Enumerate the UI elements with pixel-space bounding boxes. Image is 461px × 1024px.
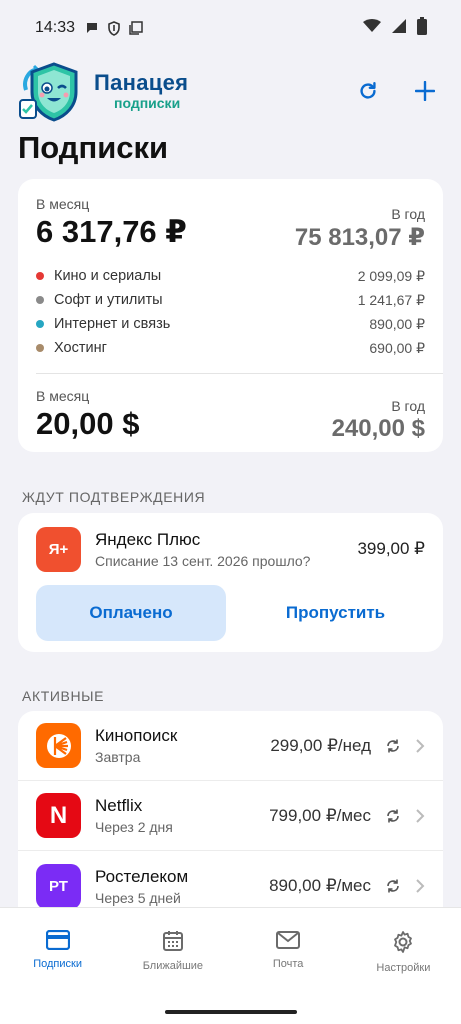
subscription-row[interactable]: Кинопоиск Завтра 299,00 ₽/нед xyxy=(18,711,443,781)
subscription-subtitle: Списание 13 сент. 2026 прошло? xyxy=(95,552,311,569)
subscription-next-charge: Через 2 дня xyxy=(95,819,173,835)
battery-icon xyxy=(417,16,427,40)
nav-item-mail[interactable]: Почта xyxy=(231,908,346,996)
screenshot-notification-icon xyxy=(129,21,143,35)
category-row: Софт и утилиты 1 241,67 ₽ xyxy=(36,288,425,312)
refresh-button[interactable] xyxy=(357,80,379,102)
repeat-icon xyxy=(385,738,401,754)
mark-paid-button[interactable]: Оплачено xyxy=(36,585,226,641)
nav-item-upcoming[interactable]: Ближайшие xyxy=(115,908,230,996)
rub-year-label: В год xyxy=(391,206,425,222)
add-subscription-button[interactable] xyxy=(415,81,435,101)
subscription-name: Кинопоиск xyxy=(95,726,178,745)
category-dot xyxy=(36,296,44,304)
category-amount: 2 099,09 ₽ xyxy=(357,267,425,284)
skip-button[interactable]: Пропустить xyxy=(246,585,425,641)
category-name: Кино и сериалы xyxy=(54,268,162,284)
subscription-name: Яндекс Плюс xyxy=(95,529,201,549)
status-time: 14:33 xyxy=(35,19,76,36)
rub-year-value: 75 813,07 ₽ xyxy=(294,224,425,251)
category-amount: 890,00 ₽ xyxy=(369,315,425,332)
repeat-icon xyxy=(385,808,401,824)
active-subscriptions-list: Кинопоиск Завтра 299,00 ₽/нед N Netflix … xyxy=(18,711,443,921)
usd-year-value: 240,00 $ xyxy=(331,415,425,442)
chat-notification-icon xyxy=(85,21,99,35)
subscription-name: Ростелеком xyxy=(95,866,189,886)
refresh-icon xyxy=(360,82,376,99)
chevron-right-icon xyxy=(415,738,425,753)
nav-label: Ближайшие xyxy=(142,960,204,972)
calendar-icon xyxy=(162,931,183,951)
subscription-row[interactable]: N Netflix Через 2 дня 799,00 ₽/мес xyxy=(18,781,443,851)
category-row: Интернет и связь 890,00 ₽ xyxy=(36,312,425,336)
usd-month-label: В месяц xyxy=(36,388,90,404)
rostelecom-logo-icon: РТ xyxy=(36,863,81,909)
app-bar: Панацея подписки xyxy=(0,56,461,126)
subscription-name: Netflix xyxy=(95,796,143,815)
nav-item-settings[interactable]: Настройки xyxy=(346,908,461,996)
nav-item-subscriptions[interactable]: Подписки xyxy=(0,908,115,996)
bottom-navigation: Подписки Ближайшие Почта Настройки xyxy=(0,907,461,1024)
gear-icon xyxy=(394,931,413,953)
usd-month-value: 20,00 $ xyxy=(36,406,140,441)
subscription-price: 399,00 ₽ xyxy=(357,539,425,558)
mascot-shield-icon xyxy=(19,62,78,122)
pending-section-label: ЖДУТ ПОДТВЕРЖДЕНИЯ xyxy=(22,489,206,505)
usd-year-label: В год xyxy=(391,398,425,414)
category-amount: 1 241,67 ₽ xyxy=(357,291,425,308)
active-section-label: АКТИВНЫЕ xyxy=(22,688,105,704)
netflix-logo-icon: N xyxy=(36,793,81,838)
home-indicator xyxy=(164,1010,297,1014)
category-breakdown: Кино и сериалы 2 099,09 ₽ Софт и утилиты… xyxy=(18,252,443,360)
category-name: Софт и утилиты xyxy=(54,292,163,308)
nav-label: Почта xyxy=(272,958,304,970)
logo-title: Панацея xyxy=(94,70,189,95)
category-dot xyxy=(36,344,44,352)
category-name: Интернет и связь xyxy=(54,316,171,332)
signal-icon xyxy=(391,18,407,39)
category-amount: 690,00 ₽ xyxy=(369,339,425,356)
subscription-next-charge: Завтра xyxy=(95,749,141,765)
category-dot xyxy=(36,272,44,280)
category-row: Хостинг 690,00 ₽ xyxy=(36,336,425,360)
summary-card: В месяц 6 317,76 ₽ В год 75 813,07 ₽ Кин… xyxy=(18,179,443,452)
page-title: Подписки xyxy=(18,130,169,165)
chevron-right-icon xyxy=(415,879,425,893)
pending-subscription-row[interactable]: Я+ Яндекс Плюс Списание 13 сент. 2026 пр… xyxy=(18,513,443,585)
shield-notification-icon xyxy=(107,20,121,36)
subscription-next-charge: Через 5 дней xyxy=(95,889,181,906)
rub-month-label: В месяц xyxy=(36,196,90,212)
subscription-price: 299,00 ₽/нед xyxy=(270,735,371,755)
category-dot xyxy=(36,320,44,328)
app-logo: Панацея подписки xyxy=(18,60,188,122)
nav-label: Настройки xyxy=(376,962,431,974)
subscription-price: 890,00 ₽/мес xyxy=(269,876,371,895)
plus-icon xyxy=(415,81,435,101)
mail-icon xyxy=(276,931,301,949)
subscription-price: 799,00 ₽/мес xyxy=(269,805,371,825)
category-row: Кино и сериалы 2 099,09 ₽ xyxy=(36,264,425,288)
card-icon xyxy=(45,930,70,950)
kinopoisk-logo-icon xyxy=(36,723,81,768)
logo-subtitle: подписки xyxy=(114,95,181,111)
category-name: Хостинг xyxy=(54,340,107,356)
chevron-right-icon xyxy=(415,808,425,823)
yandex-plus-logo-icon: Я+ xyxy=(36,526,81,572)
wifi-icon xyxy=(363,18,381,38)
rub-month-value: 6 317,76 ₽ xyxy=(36,214,187,249)
nav-label: Подписки xyxy=(33,958,82,970)
status-bar: 14:33 xyxy=(0,0,461,56)
repeat-icon xyxy=(385,878,401,894)
pending-card: Я+ Яндекс Плюс Списание 13 сент. 2026 пр… xyxy=(18,513,443,652)
